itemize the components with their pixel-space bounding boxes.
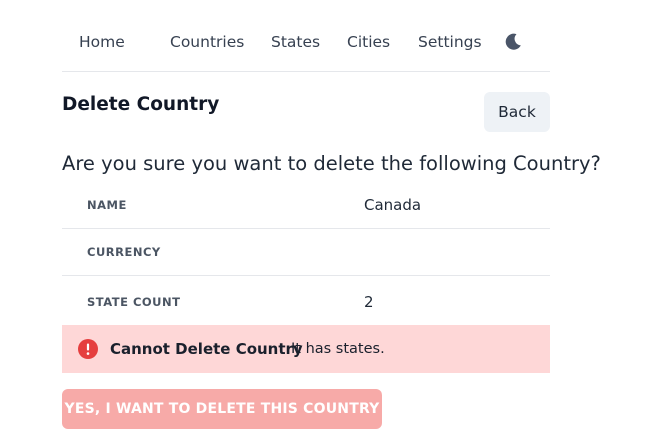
back-button[interactable]: Back xyxy=(484,92,550,132)
alert-title: Cannot Delete Country xyxy=(110,340,303,358)
top-nav: Home Countries States Cities Settings xyxy=(62,20,550,72)
detail-label: NAME xyxy=(87,198,127,212)
detail-label: CURRENCY xyxy=(87,245,161,259)
detail-value: Canada xyxy=(364,196,422,214)
moon-icon[interactable] xyxy=(503,32,523,52)
detail-row-name: NAME Canada xyxy=(62,182,550,229)
page: Home Countries States Cities Settings De… xyxy=(0,0,657,448)
country-details-table: NAME Canada CURRENCY STATE COUNT 2 xyxy=(62,182,550,328)
page-title: Delete Country xyxy=(62,94,220,115)
error-alert: Cannot Delete Country It has states. xyxy=(62,325,550,373)
nav-item-settings[interactable]: Settings xyxy=(418,33,482,51)
nav-item-cities[interactable]: Cities xyxy=(347,33,390,51)
nav-item-countries[interactable]: Countries xyxy=(170,33,244,51)
detail-row-state-count: STATE COUNT 2 xyxy=(62,276,550,328)
nav-item-home[interactable]: Home xyxy=(79,33,125,51)
alert-description: It has states. xyxy=(291,341,385,357)
detail-row-currency: CURRENCY xyxy=(62,229,550,276)
detail-label: STATE COUNT xyxy=(87,295,181,309)
confirm-question: Are you sure you want to delete the foll… xyxy=(62,152,601,175)
detail-value: 2 xyxy=(364,293,374,311)
confirm-delete-button[interactable]: YES, I WANT TO DELETE THIS COUNTRY xyxy=(62,389,382,429)
error-icon xyxy=(78,339,98,359)
nav-item-states[interactable]: States xyxy=(271,33,320,51)
